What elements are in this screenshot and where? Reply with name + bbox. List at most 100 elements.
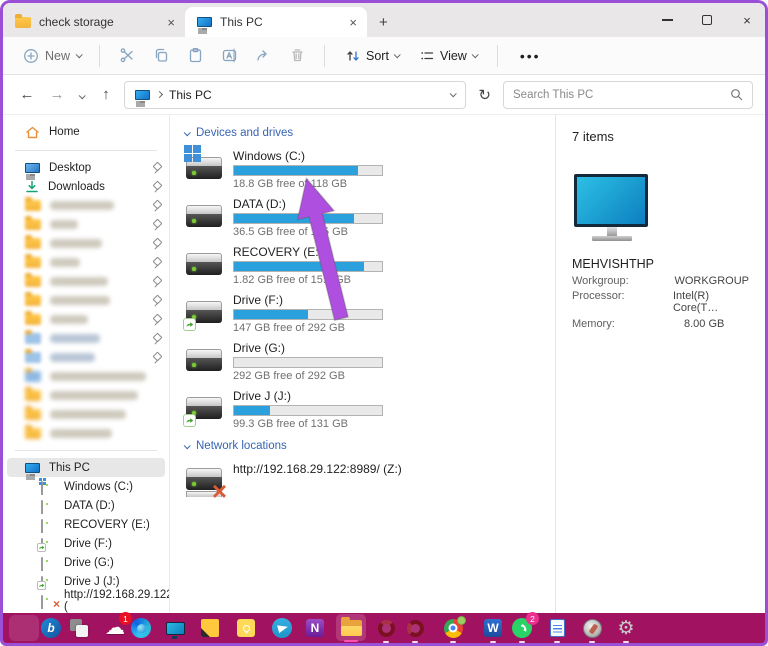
tab-this-pc[interactable]: This PC × [185, 7, 367, 37]
sidebar-item-desktop[interactable]: Desktop [3, 158, 169, 177]
sidebar-tree-item[interactable]: DATA (D:) [3, 496, 169, 515]
file-list-panel: Devices and drives Windows (C:) 18.8 GB … [170, 115, 555, 613]
sidebar-item-redacted[interactable] [3, 310, 169, 329]
sidebar-item-redacted[interactable] [3, 405, 169, 424]
taskbar-icon-word[interactable]: W [481, 616, 505, 640]
address-box[interactable]: This PC [124, 81, 466, 109]
taskbar-icon-notepad[interactable] [545, 616, 569, 640]
rename-button[interactable] [214, 47, 244, 64]
view-button[interactable]: View [411, 44, 485, 68]
new-tab-button[interactable]: + [367, 14, 400, 37]
chevron-down-icon [471, 51, 478, 58]
delete-button[interactable] [282, 47, 312, 64]
sidebar-item-redacted[interactable] [3, 234, 169, 253]
search-box[interactable] [503, 81, 753, 109]
cut-button[interactable] [112, 47, 142, 64]
spec-row: Processor: Intel(R) Core(T… [572, 290, 749, 314]
copy-icon [153, 47, 170, 64]
sidebar-item-redacted[interactable] [3, 272, 169, 291]
taskbar-icon-chrome[interactable] [441, 616, 465, 640]
up-button[interactable]: ↑ [94, 86, 118, 103]
redacted-label [50, 220, 78, 229]
sidebar-item-redacted[interactable] [3, 348, 169, 367]
refresh-button[interactable]: ↻ [472, 86, 497, 104]
sidebar-item-redacted[interactable] [3, 386, 169, 405]
close-button[interactable]: × [739, 12, 755, 28]
computer-name: MEHVISHTHP [572, 257, 749, 271]
taskbar-icon-task-view[interactable] [67, 616, 91, 640]
drive-icon [41, 577, 56, 587]
minimize-button[interactable] [659, 12, 675, 28]
taskbar-icon-monitor-app[interactable] [163, 616, 187, 640]
drive-item[interactable]: DATA (D:) 36.5 GB free of 195 GB [184, 195, 514, 238]
taskbar-icon-settings[interactable]: ⚙ [614, 616, 638, 640]
taskbar-icon-sticky-notes[interactable] [198, 616, 222, 640]
taskbar-icon-ring-app-2[interactable] [403, 616, 427, 640]
address-bar: ← → ↑ This PC ↻ [3, 75, 765, 115]
tab-label: This PC [220, 15, 263, 29]
sidebar-tree-item[interactable]: Windows (C:) [3, 477, 169, 496]
pin-icon [151, 333, 161, 344]
taskbar-icon-lens-app[interactable] [580, 616, 604, 640]
drive-icon [41, 482, 56, 492]
sidebar-item-redacted[interactable] [3, 291, 169, 310]
command-toolbar: New Sort View ••• [3, 37, 765, 75]
drive-item[interactable]: RECOVERY (E:) 1.82 GB free of 15.5 GB [184, 243, 514, 286]
drive-item[interactable]: Drive (G:) 292 GB free of 292 GB [184, 339, 514, 382]
drive-item[interactable]: Drive (F:) 147 GB free of 292 GB [184, 291, 514, 334]
taskbar-icon-onedrive[interactable]: ☁1 [103, 616, 127, 640]
drive-icon [184, 387, 224, 425]
taskbar-icon-notes-lightbulb[interactable] [234, 616, 258, 640]
back-button[interactable]: ← [15, 86, 39, 103]
drive-icon [41, 539, 56, 549]
divider [15, 450, 157, 451]
sidebar-item-redacted[interactable] [3, 215, 169, 234]
more-options-button[interactable]: ••• [510, 48, 551, 64]
taskbar-icon-telegram[interactable] [270, 616, 294, 640]
sidebar-item-redacted[interactable] [3, 424, 169, 443]
sidebar-item-redacted[interactable] [3, 367, 169, 386]
taskbar-icon-bing[interactable]: b [39, 616, 63, 640]
sidebar-item-this-pc[interactable]: This PC [7, 458, 165, 477]
section-network-locations[interactable]: Network locations [184, 438, 555, 454]
chevron-down-icon[interactable] [450, 90, 457, 97]
search-input[interactable] [513, 89, 730, 101]
sidebar-item-downloads[interactable]: Downloads [3, 177, 169, 196]
start-button[interactable] [9, 615, 39, 641]
forward-button[interactable]: → [45, 86, 69, 103]
section-devices-and-drives[interactable]: Devices and drives [184, 125, 555, 141]
new-button[interactable]: New [17, 44, 87, 68]
sidebar-item-redacted[interactable] [3, 196, 169, 215]
sidebar-item-redacted[interactable] [3, 329, 169, 348]
folder-icon [25, 276, 41, 287]
tab-close-icon[interactable]: × [349, 15, 357, 30]
sidebar-tree-item[interactable]: RECOVERY (E:) [3, 515, 169, 534]
drive-item[interactable]: Windows (C:) 18.8 GB free of 118 GB [184, 147, 514, 190]
taskbar-icon-ring-app-1[interactable] [374, 616, 398, 640]
paste-button[interactable] [180, 47, 210, 64]
sort-button[interactable]: Sort [337, 44, 407, 68]
sidebar-tree-item[interactable]: ×http://192.168.29.122:8989/ ( [3, 591, 169, 610]
sidebar-tree-item[interactable]: Drive (G:) [3, 553, 169, 572]
drive-icon [41, 520, 56, 530]
sidebar-tree-item[interactable]: Drive (F:) [3, 534, 169, 553]
taskbar-icon-whatsapp[interactable]: 2 [510, 616, 534, 640]
cut-icon [119, 47, 136, 64]
taskbar-icon-edge[interactable] [129, 616, 153, 640]
taskbar-icon-file-explorer[interactable] [336, 614, 366, 641]
drive-icon: × [41, 596, 56, 606]
breadcrumb[interactable]: This PC [169, 88, 212, 102]
tab-close-icon[interactable]: × [167, 15, 175, 30]
drive-item[interactable]: Drive J (J:) 99.3 GB free of 131 GB [184, 387, 514, 430]
new-icon [23, 48, 39, 64]
share-button[interactable] [248, 47, 278, 64]
copy-button[interactable] [146, 47, 176, 64]
sort-icon [345, 48, 361, 64]
maximize-button[interactable] [699, 12, 715, 28]
recent-locations-button[interactable] [75, 86, 88, 104]
sidebar-item-home[interactable]: Home [3, 121, 169, 143]
network-drive-item[interactable]: × http://192.168.29.122:8989/ (Z:) [184, 460, 555, 498]
sidebar-item-redacted[interactable] [3, 253, 169, 272]
taskbar-icon-onenote[interactable]: N [303, 616, 327, 640]
tab-check-storage[interactable]: check storage × [3, 7, 185, 37]
